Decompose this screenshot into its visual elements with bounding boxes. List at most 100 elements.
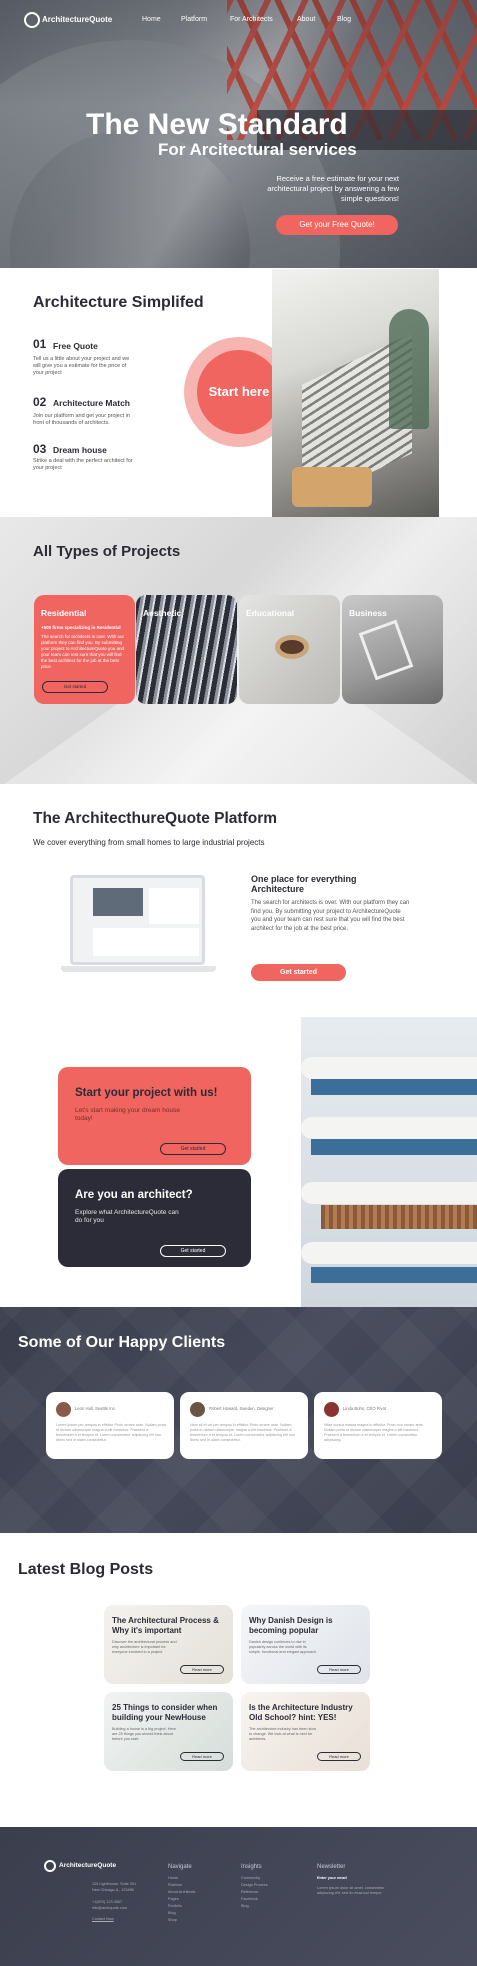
architect-get-started-button[interactable]: Get started xyxy=(160,1245,226,1257)
card-label: Business xyxy=(349,608,387,618)
platform-title: The ArchitecthureQuote Platform xyxy=(33,810,278,827)
card-text: The search for architects is over. With … xyxy=(41,634,125,669)
card-label: Residential xyxy=(41,608,87,618)
blog-post-excerpt: Discover the architectural process and w… xyxy=(112,1640,177,1654)
tape-measure-image xyxy=(275,635,309,659)
footer-link[interactable]: Community xyxy=(241,1876,260,1880)
start-project-button[interactable]: Get started xyxy=(160,1143,226,1155)
step-title: Dream house xyxy=(53,445,107,455)
nav-link-platform[interactable]: Platform xyxy=(181,16,207,23)
read-more-button[interactable]: Read more xyxy=(317,1665,361,1674)
footer-brand[interactable]: ArchitectureQuote xyxy=(59,1862,116,1869)
platform-feature-title: One place for everything Architecture xyxy=(251,874,357,894)
platform-get-started-button[interactable]: Get started xyxy=(251,964,346,981)
project-card-aesthetic[interactable]: Aesthetic xyxy=(136,595,237,704)
blog-card[interactable]: The Architectural Process & Why it's imp… xyxy=(104,1605,233,1684)
logo-icon[interactable] xyxy=(24,12,40,28)
architect-card: Are you an architect? Explore what Archi… xyxy=(58,1169,251,1267)
footer-link[interactable]: Blog xyxy=(241,1904,249,1908)
blog-card[interactable]: Why Danish Design is becoming popular Da… xyxy=(241,1605,370,1684)
footer-heading: Newsletter xyxy=(317,1864,346,1870)
blog-post-title: Is the Architecture Industry Old School?… xyxy=(249,1703,353,1722)
card-label: Educational xyxy=(246,608,295,618)
nav-link-for-architects[interactable]: For Architects xyxy=(230,16,273,23)
newsletter-text: Lorem ipsum dolor sit amet, consectetur … xyxy=(317,1886,385,1895)
clients-title: Some of Our Happy Clients xyxy=(18,1334,226,1351)
client-name: Robert Howard, Sweden, Designer xyxy=(209,1406,274,1411)
step-title: Architecture Match xyxy=(53,398,130,408)
brand-logo[interactable]: ArchitectureQuote xyxy=(42,15,112,24)
residential-get-started-button[interactable]: Get started xyxy=(42,681,108,693)
step-description: Tell us a little about your project and … xyxy=(33,356,130,376)
footer-link[interactable]: Pages xyxy=(168,1897,179,1901)
start-project-card: Start your project with us! Let's start … xyxy=(58,1067,251,1165)
footer-contact-link[interactable]: Contact Now xyxy=(92,1917,114,1921)
blog-card[interactable]: Is the Architecture Industry Old School?… xyxy=(241,1692,370,1771)
simplified-title: Architecture Simplifed xyxy=(33,294,204,311)
step-title: Free Quote xyxy=(53,341,98,351)
hero-title: The New Standard xyxy=(86,108,348,141)
footer-link[interactable]: Home xyxy=(168,1876,178,1880)
avatar xyxy=(56,1402,71,1417)
blog-post-title: 25 Things to consider when building your… xyxy=(112,1703,218,1722)
footer-link[interactable]: Reference xyxy=(241,1890,259,1894)
cta-title: Are you an architect? xyxy=(75,1189,193,1201)
footer-address-line: 125 Lighthouse, Suite 201 xyxy=(92,1882,137,1886)
step-description: Strike a deal with the perfect architect… xyxy=(33,458,133,471)
project-card-residential[interactable]: Residential +500 firms specializing in R… xyxy=(34,595,135,704)
read-more-button[interactable]: Read more xyxy=(180,1665,224,1674)
avatar xyxy=(324,1402,339,1417)
step-number: 03 xyxy=(33,442,47,456)
blog-post-title: The Architectural Process & Why it's imp… xyxy=(112,1616,219,1635)
blog-title: Latest Blog Posts xyxy=(18,1561,154,1578)
footer xyxy=(0,1827,477,1966)
nav-link-about[interactable]: About xyxy=(297,16,315,23)
testimonial-card: Robert Howard, Sweden, Designer Nam sit … xyxy=(180,1392,308,1459)
footer-email[interactable]: info@archquote.com xyxy=(92,1906,127,1910)
footer-address-line: New Chicago-IL, 123456 xyxy=(92,1888,134,1892)
card-label: Aesthetic xyxy=(143,608,182,618)
nav-link-home[interactable]: Home xyxy=(142,16,161,23)
platform-subtitle: We cover everything from small homes to … xyxy=(33,838,265,847)
footer-logo-icon[interactable] xyxy=(44,1860,56,1872)
footer-heading: Navigate xyxy=(168,1864,192,1870)
footer-link[interactable]: About Architects xyxy=(168,1890,195,1894)
read-more-button[interactable]: Read more xyxy=(317,1752,361,1761)
project-card-business[interactable]: Business xyxy=(342,595,443,704)
blog-post-excerpt: Danish design continues to rise in popul… xyxy=(249,1640,318,1654)
footer-link[interactable]: Blog xyxy=(168,1911,176,1915)
project-card-educational[interactable]: Educational xyxy=(239,595,340,704)
testimonial-card: Leon Hall, Seattle Inc. Lorem ipsum per … xyxy=(46,1392,174,1459)
newsletter-email-input[interactable]: Enter your email xyxy=(317,1876,347,1880)
testimonial-text: Vitae cursus massa magna in efficitur. P… xyxy=(324,1423,424,1442)
free-quote-button[interactable]: Get your Free Quote! xyxy=(276,215,398,235)
footer-link[interactable]: Shop xyxy=(168,1918,177,1922)
blog-post-excerpt: Building a house is a big project. Here … xyxy=(112,1727,176,1741)
testimonial-text: Nam sit et vel per tempus in efficitur P… xyxy=(190,1423,295,1442)
footer-link[interactable]: Platform xyxy=(168,1883,182,1887)
footer-link[interactable]: Design Process xyxy=(241,1883,268,1887)
avatar xyxy=(190,1402,205,1417)
cta-title: Start your project with us! xyxy=(75,1087,218,1099)
footer-link[interactable]: Facebook xyxy=(241,1897,258,1901)
staircase-image xyxy=(272,269,439,517)
blog-card[interactable]: 25 Things to consider when building your… xyxy=(104,1692,233,1771)
step-number: 01 xyxy=(33,337,47,351)
card-highlight: +500 firms specializing in Residential xyxy=(41,625,121,630)
start-here-button[interactable]: Start here xyxy=(197,350,281,434)
cta-description: Let's start making your dream house toda… xyxy=(75,1107,180,1122)
cta-description: Explore what ArchitectureQuote can do fo… xyxy=(75,1209,179,1224)
footer-heading: Insights xyxy=(241,1864,262,1870)
laptop-dashboard-image xyxy=(61,875,216,972)
step-description: Join our platform and get your project i… xyxy=(33,413,130,426)
client-name: Leon Hall, Seattle Inc. xyxy=(75,1406,116,1411)
hero-description: Receive a free estimate for your next ar… xyxy=(267,174,399,203)
projects-title: All Types of Projects xyxy=(33,543,181,560)
nav-link-blog[interactable]: Blog xyxy=(337,16,351,23)
step-number: 02 xyxy=(33,395,47,409)
read-more-button[interactable]: Read more xyxy=(180,1752,224,1761)
footer-link[interactable]: Portfolio xyxy=(168,1904,182,1908)
platform-feature-description: The search for architects is over. With … xyxy=(251,900,410,932)
blog-post-title: Why Danish Design is becoming popular xyxy=(249,1616,333,1635)
footer-phone: +1(870) 123 4567 xyxy=(92,1900,123,1904)
